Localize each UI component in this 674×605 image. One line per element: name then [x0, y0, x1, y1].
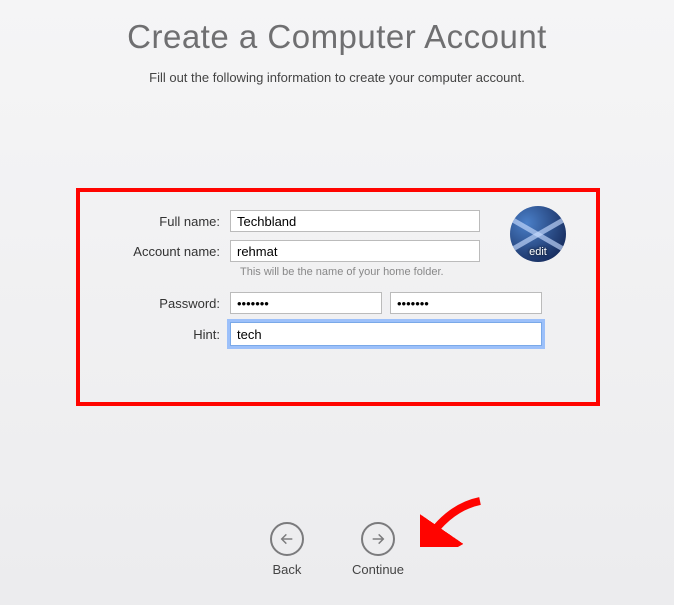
password-field[interactable]: [230, 292, 382, 314]
back-label: Back: [273, 562, 302, 577]
hint-label: Hint:: [100, 327, 230, 342]
account-form: Full name: Account name: This will be th…: [76, 188, 600, 406]
avatar-edit-button[interactable]: edit: [510, 206, 566, 262]
password-verify-field[interactable]: [390, 292, 542, 314]
back-button[interactable]: Back: [270, 522, 304, 577]
accountname-field[interactable]: [230, 240, 480, 262]
arrow-right-icon: [361, 522, 395, 556]
continue-button[interactable]: Continue: [352, 522, 404, 577]
continue-label: Continue: [352, 562, 404, 577]
fullname-field[interactable]: [230, 210, 480, 232]
accountname-label: Account name:: [100, 244, 230, 259]
arrow-left-icon: [270, 522, 304, 556]
avatar-edit-label: edit: [510, 246, 566, 258]
nav-bar: Back Continue: [0, 522, 674, 577]
password-label: Password:: [100, 296, 230, 311]
accountname-helper: This will be the name of your home folde…: [240, 266, 576, 278]
fullname-label: Full name:: [100, 214, 230, 229]
hint-field[interactable]: [230, 322, 542, 346]
page-subtitle: Fill out the following information to cr…: [0, 70, 674, 85]
page-title: Create a Computer Account: [0, 18, 674, 56]
